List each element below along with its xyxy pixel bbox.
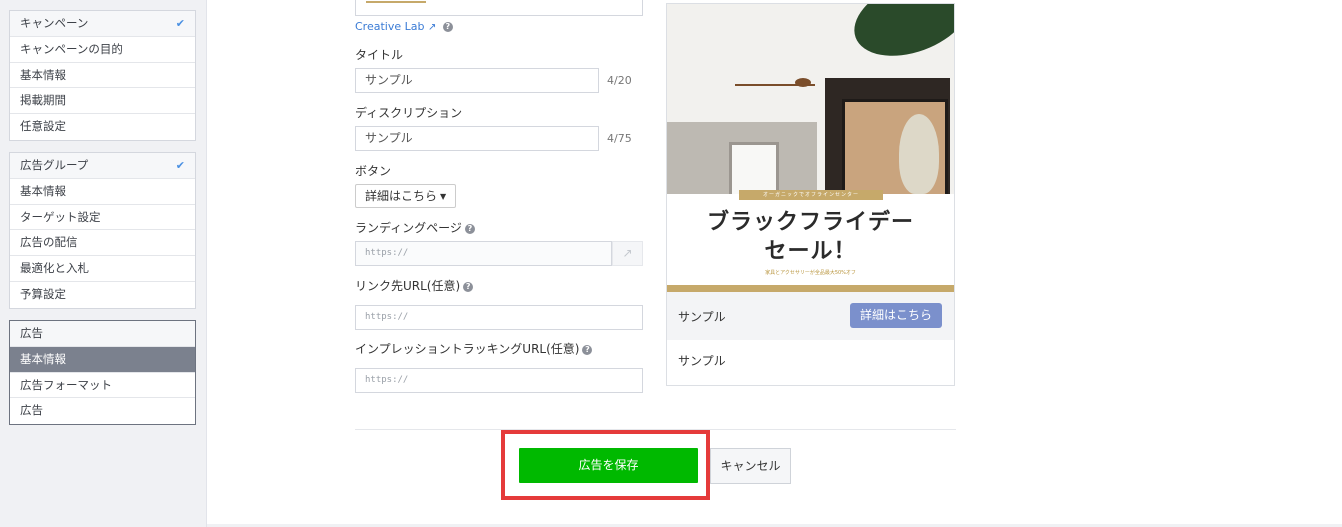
impression-url-input[interactable]: https:// — [355, 368, 643, 393]
link-url-input[interactable]: https:// — [355, 305, 643, 330]
link-url-label: リンク先URL(任意)? — [355, 277, 474, 294]
sidebar-item-targeting[interactable]: ターゲット設定 — [10, 205, 195, 231]
button-select[interactable]: 詳細はこちら ▼ — [355, 184, 457, 208]
sidebar-item-label: 基本情報 — [20, 67, 66, 82]
preview-spoon-bowl — [795, 78, 811, 87]
sidebar-item-ad-basic-info[interactable]: 基本情報 — [10, 346, 195, 373]
help-icon[interactable]: ? — [442, 22, 453, 32]
title-label: タイトル — [355, 48, 404, 62]
help-icon[interactable]: ? — [464, 223, 475, 234]
impression-url-label-text: インプレッショントラッキングURL(任意) — [355, 342, 580, 356]
title-counter: 4/20 — [607, 74, 632, 87]
landing-page-label-text: ランディングページ — [355, 221, 462, 235]
sidebar-item-label: 広告フォーマット — [20, 377, 112, 392]
sidebar-item-adgroup-basic-info[interactable]: 基本情報 — [10, 179, 195, 205]
preview-headline-line2: セール！ — [764, 238, 857, 264]
checkmark-icon: ✔ — [175, 17, 185, 30]
preview-cta-button: 詳細はこちら — [849, 303, 942, 328]
sidebar-item-campaign-period[interactable]: 掲載期間 — [10, 88, 195, 115]
sidebar-item-label: ターゲット設定 — [20, 209, 101, 224]
link-url-label-text: リンク先URL(任意) — [355, 279, 461, 293]
button-label: ボタン — [355, 164, 392, 178]
sidebar-item-campaign-optional[interactable]: 任意設定 — [10, 114, 195, 140]
description-label: ディスクリプション — [355, 106, 463, 120]
external-link-icon: ↗ — [622, 246, 633, 260]
sidebar-item-campaign[interactable]: キャンペーン ✔ — [10, 11, 195, 37]
caret-down-icon: ▼ — [440, 191, 447, 201]
preview-subline: 家具とアクセサリーが全品最大50%オフ — [765, 270, 856, 276]
creative-lab-label: Creative Lab — [355, 20, 425, 33]
description-counter: 4/75 — [607, 132, 632, 145]
sidebar-item-campaign-basic-info[interactable]: 基本情報 — [10, 63, 195, 89]
preview-image: オーガニックでオフラインセンター ブラックフライデー セール！ 家具とアクセサリ… — [667, 4, 954, 292]
sidebar-item-label: キャンペーンの目的 — [20, 41, 123, 56]
preview-gold-bar — [667, 285, 954, 292]
preview-leaf — [843, 4, 954, 71]
sidebar-item-label: 広告の配信 — [20, 235, 78, 250]
description-input[interactable]: サンプル — [355, 126, 599, 151]
preview-ribbon: オーガニックでオフラインセンター — [739, 190, 883, 200]
open-link-button[interactable]: ↗ — [612, 241, 643, 266]
external-link-icon: ↗ — [427, 22, 437, 33]
sidebar-item-label: 基本情報 — [20, 183, 66, 198]
sidebar-item-campaign-objective[interactable]: キャンペーンの目的 — [10, 37, 195, 63]
save-ad-button[interactable]: 広告を保存 — [519, 448, 698, 483]
preview-stone — [899, 114, 939, 194]
impression-url-label: インプレッショントラッキングURL(任意)? — [355, 340, 593, 357]
landing-page-input[interactable]: https:// — [355, 241, 612, 266]
help-icon[interactable]: ? — [463, 281, 474, 292]
sidebar-item-ad-ad[interactable]: 広告 — [10, 398, 195, 424]
help-icon[interactable]: ? — [582, 344, 593, 355]
sidebar-item-ad-format[interactable]: 広告フォーマット — [10, 373, 195, 399]
checkmark-icon: ✔ — [175, 159, 185, 172]
sidebar-item-label: 掲載期間 — [20, 93, 66, 108]
nav-group-adgroup: 広告グループ ✔ 基本情報 ターゲット設定 広告の配信 最適化と入札 予算設定 — [9, 152, 196, 309]
cancel-button[interactable]: キャンセル — [710, 448, 791, 484]
preview-description: サンプル — [678, 354, 726, 368]
sidebar-item-label: 広告グループ — [20, 158, 89, 172]
image-thumbnail — [366, 1, 426, 3]
sidebar-item-bidding[interactable]: 最適化と入札 — [10, 256, 195, 282]
sidebar-item-label: 予算設定 — [20, 286, 66, 301]
sidebar-item-delivery[interactable]: 広告の配信 — [10, 230, 195, 257]
nav-group-ad: 広告 基本情報 広告フォーマット 広告 — [9, 320, 196, 426]
sidebar: キャンペーン ✔ キャンペーンの目的 基本情報 掲載期間 任意設定 広告グループ… — [0, 0, 207, 527]
preview-headline: ブラックフライデー セール！ — [667, 208, 954, 266]
creative-lab-link[interactable]: Creative Lab ↗ ? — [355, 20, 453, 33]
preview-headline-line1: ブラックフライデー — [706, 209, 914, 235]
sidebar-item-budget[interactable]: 予算設定 — [10, 282, 195, 308]
sidebar-item-label: 広告 — [20, 326, 43, 340]
preview-title: サンプル — [678, 310, 726, 324]
nav-group-campaign: キャンペーン ✔ キャンペーンの目的 基本情報 掲載期間 任意設定 — [9, 10, 196, 141]
preview-title-row: サンプル 詳細はこちら — [667, 292, 954, 340]
sidebar-item-label: 任意設定 — [20, 119, 66, 134]
sidebar-item-label: 広告 — [20, 403, 43, 418]
sidebar-item-label: 最適化と入札 — [20, 261, 89, 276]
sidebar-item-adgroup[interactable]: 広告グループ ✔ — [10, 153, 195, 179]
sidebar-item-label: 基本情報 — [20, 351, 66, 366]
image-field[interactable] — [355, 0, 643, 16]
landing-page-label: ランディングページ? — [355, 219, 475, 236]
sidebar-item-label: キャンペーン — [20, 16, 89, 30]
title-input[interactable]: サンプル — [355, 68, 599, 93]
ad-preview: オーガニックでオフラインセンター ブラックフライデー セール！ 家具とアクセサリ… — [666, 3, 955, 386]
sidebar-item-ad[interactable]: 広告 — [10, 321, 195, 347]
button-select-value: 詳細はこちら — [365, 189, 438, 203]
